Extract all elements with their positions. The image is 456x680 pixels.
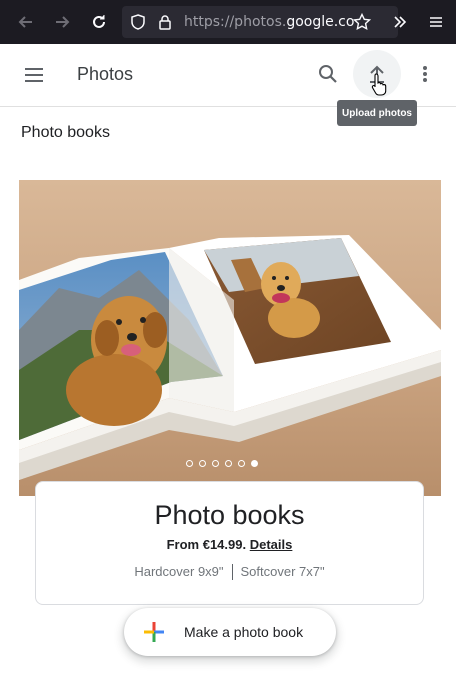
product-card: Photo books From €14.99. Details Hardcov…: [35, 481, 424, 605]
carousel-dot[interactable]: [212, 460, 219, 467]
product-variants: Hardcover 9x9" Softcover 7x7": [36, 564, 423, 580]
overflow-button[interactable]: [388, 0, 412, 44]
photo-book-hero-image: [19, 180, 441, 496]
variant-divider: [231, 564, 233, 580]
lock-icon[interactable]: [158, 14, 172, 30]
url-text[interactable]: https://photos.google.com: [184, 14, 354, 30]
variant-softcover: Softcover 7x7": [240, 564, 325, 579]
make-photo-book-label: Make a photo book: [184, 624, 304, 640]
search-icon: [319, 65, 337, 83]
bookmark-button[interactable]: [350, 0, 374, 44]
app-header: Photos: [0, 44, 456, 107]
upload-tooltip: Upload photos: [337, 100, 417, 126]
google-plus-icon: [144, 622, 164, 642]
hand-cursor-icon: [371, 73, 387, 96]
star-icon: [353, 13, 371, 31]
make-photo-book-button[interactable]: Make a photo book: [124, 608, 336, 656]
shield-icon[interactable]: [130, 14, 146, 30]
reload-icon: [93, 15, 105, 28]
variant-hardcover: Hardcover 9x9": [134, 564, 224, 579]
more-vert-icon: [423, 66, 427, 82]
search-button[interactable]: [316, 62, 340, 86]
photo-book-illustration: [19, 235, 441, 480]
app-title: Photos: [77, 64, 134, 84]
app-menu-button[interactable]: [424, 0, 448, 44]
upload-button[interactable]: [353, 50, 401, 98]
carousel-dots: [186, 460, 258, 467]
main-menu-button[interactable]: [22, 63, 46, 87]
carousel-dot[interactable]: [186, 460, 193, 467]
reload-button[interactable]: [83, 0, 115, 44]
hamburger-icon: [25, 68, 43, 82]
carousel-dot-active[interactable]: [251, 460, 258, 467]
overflow-chevrons-icon: [394, 16, 407, 28]
product-price: From €14.99. Details: [36, 537, 423, 552]
browser-toolbar: https://photos.google.com: [0, 0, 456, 44]
details-link[interactable]: Details: [250, 537, 293, 552]
carousel-dot[interactable]: [238, 460, 245, 467]
product-title: Photo books: [154, 500, 305, 530]
back-icon: [18, 16, 32, 28]
forward-button[interactable]: [46, 0, 78, 44]
back-button[interactable]: [10, 0, 42, 44]
carousel-dot[interactable]: [225, 460, 232, 467]
menu-icon: [430, 17, 442, 27]
carousel-dot[interactable]: [199, 460, 206, 467]
section-title: Photo books: [21, 124, 110, 141]
forward-icon: [56, 16, 70, 28]
more-options-button[interactable]: [413, 62, 437, 86]
price-text: From €14.99.: [166, 537, 247, 552]
